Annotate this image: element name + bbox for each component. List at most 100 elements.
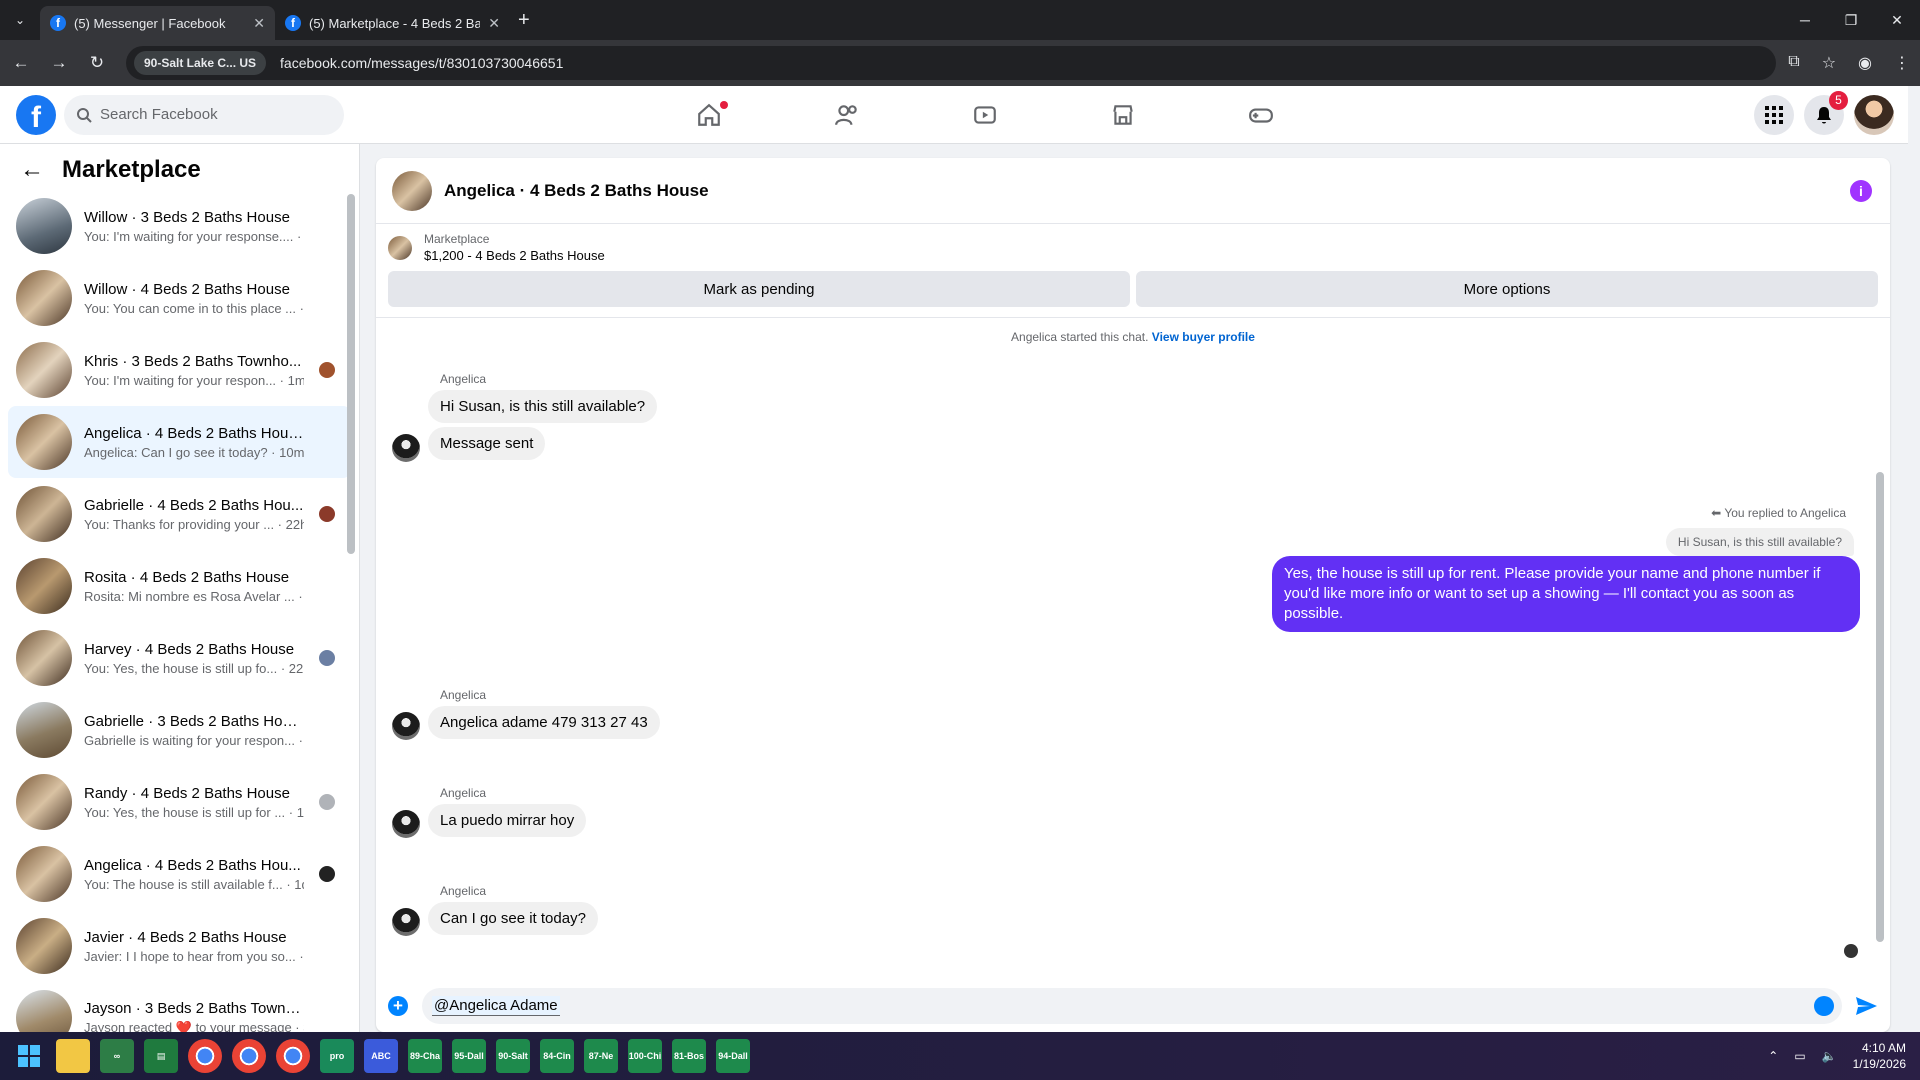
listing-thumbnail[interactable] (392, 170, 432, 211)
view-buyer-profile-link[interactable]: View buyer profile (1152, 330, 1255, 344)
profile-icon[interactable]: ◉ (1858, 53, 1872, 73)
nav-gaming[interactable] (1192, 87, 1330, 143)
conversation-preview: Angelica: Can I go see it today? · 10m (84, 444, 304, 460)
conversation-name: Harvey · 4 Beds 2 Baths House (84, 640, 295, 658)
tab-marketplace[interactable]: f (5) Marketplace - 4 Beds 2 Bath ✕ (275, 6, 510, 40)
conversation-item[interactable]: Willow · 4 Beds 2 Baths House You: You ca… (8, 262, 351, 334)
nav-friends[interactable] (778, 87, 916, 143)
minimize-icon[interactable]: ─ (1782, 0, 1828, 40)
nav-home[interactable] (640, 87, 778, 143)
install-app-icon[interactable]: ⧉ (1788, 53, 1799, 73)
quoted-message[interactable]: Hi Susan, is this still available? (1665, 528, 1854, 556)
close-window-icon[interactable]: ✕ (1874, 0, 1920, 40)
clock[interactable]: 4:10 AM 1/19/2026 (1853, 1040, 1906, 1072)
conversation-item[interactable]: Gabrielle · 3 Beds 2 Baths House Gabriell… (8, 694, 351, 766)
nav-marketplace[interactable] (1054, 87, 1192, 143)
bookmark-star-icon[interactable]: ☆ (1822, 53, 1836, 73)
incoming-message[interactable]: La puedo mirrar hoy (428, 804, 587, 837)
conversation-item[interactable]: Randy · 4 Beds 2 Baths House You: Yes, th… (8, 766, 351, 838)
sender-avatar[interactable] (392, 434, 420, 462)
file-explorer-icon[interactable] (56, 1039, 90, 1073)
replied-text: You replied to Angelica (1724, 506, 1846, 520)
chrome-icon[interactable] (232, 1039, 266, 1073)
volume-icon[interactable]: 🔈 (1822, 1049, 1837, 1063)
app-icon[interactable]: ABC (364, 1039, 398, 1073)
listing-summary[interactable]: Marketplace $1,200 - 4 Beds 2 Baths Hous… (376, 224, 1890, 263)
restore-icon[interactable]: ❐ (1828, 0, 1874, 40)
tab-messenger[interactable]: f (5) Messenger | Facebook ✕ (40, 6, 275, 40)
home-icon (698, 103, 720, 126)
taskbar-app[interactable]: 84-Cin (540, 1039, 574, 1073)
marketplace-icon (1113, 104, 1133, 125)
close-tab-icon[interactable]: ✕ (488, 15, 500, 32)
sender-avatar[interactable] (392, 810, 420, 838)
mark-pending-button[interactable]: Mark as pending (388, 271, 1130, 307)
listing-thumbnail (16, 198, 72, 254)
divider (376, 317, 1890, 318)
taskbar-app[interactable]: 100-Chi (628, 1039, 662, 1073)
taskbar-app[interactable]: 95-Dall (452, 1039, 486, 1073)
new-tab-icon[interactable]: + (518, 9, 530, 32)
conversation-preview: You: You can come in to this place ... ·… (84, 300, 304, 316)
tab-search-icon[interactable]: ⌄ (0, 0, 40, 40)
chrome-icon[interactable] (188, 1039, 222, 1073)
incoming-message[interactable]: Angelica adame 479 313 27 43 (428, 706, 660, 739)
notifications-button[interactable]: 5 (1804, 90, 1848, 135)
chrome-icon[interactable] (276, 1039, 310, 1073)
browser-menu-icon[interactable]: ⋮ (1894, 53, 1910, 73)
site-info-chip[interactable]: 90-Salt Lake C... US (134, 51, 267, 75)
add-attachment-icon[interactable]: + (388, 996, 408, 1016)
network-icon[interactable]: ▭ (1794, 1049, 1805, 1063)
windows-start-icon[interactable] (12, 1039, 46, 1073)
listing-thumbnail (16, 342, 72, 398)
sender-avatar[interactable] (392, 908, 420, 936)
taskbar-app[interactable]: 94-Dall (716, 1039, 750, 1073)
taskbar-app[interactable]: 81-Bos (672, 1039, 706, 1073)
app-icon[interactable]: ∞ (100, 1039, 134, 1073)
tray-chevron-icon[interactable]: ⌃ (1768, 1049, 1778, 1063)
conversation-item[interactable]: Angelica · 4 Beds 2 Baths Hou... You: The… (8, 838, 351, 910)
conversation-item[interactable]: Gabrielle · 4 Beds 2 Baths Hou... You: Th… (8, 478, 351, 550)
conversation-text: Angelica · 4 Beds 2 Baths House Angelica:… (84, 425, 304, 460)
spreadsheet-icon[interactable]: ▤ (144, 1039, 178, 1073)
incoming-message[interactable]: Can I go see it today? (428, 902, 598, 935)
chat-title[interactable]: Angelica · 4 Beds 2 Baths House (444, 181, 709, 201)
conversation-item[interactable]: Rosita · 4 Beds 2 Baths House Rosita: Mi … (8, 550, 351, 622)
incoming-message[interactable]: Hi Susan, is this still available? (428, 390, 658, 423)
conversation-item[interactable]: Angelica · 4 Beds 2 Baths House Angelica:… (8, 406, 351, 478)
conversation-item[interactable]: Jayson · 3 Beds 2 Baths Townho... Jayson … (8, 982, 351, 1032)
sidebar-scrollbar[interactable] (347, 194, 355, 554)
chat-scrollbar[interactable] (1876, 472, 1884, 942)
facebook-logo-icon[interactable]: f (16, 94, 56, 135)
forward-icon[interactable]: → (42, 53, 76, 73)
bell-icon (1817, 106, 1831, 123)
outgoing-message[interactable]: Yes, the house is still up for rent. Ple… (1272, 556, 1860, 632)
conversation-item[interactable]: Harvey · 4 Beds 2 Baths House You: Yes, t… (8, 622, 351, 694)
url-input[interactable]: 90-Salt Lake C... US facebook.com/messag… (126, 46, 1776, 80)
info-icon[interactable]: i (1850, 179, 1872, 202)
taskbar-app[interactable]: 89-Cha (408, 1039, 442, 1073)
account-avatar[interactable] (1854, 94, 1894, 135)
search-input[interactable]: Search Facebook (64, 94, 344, 135)
conversation-preview: Javier: I I hope to hear from you so... … (84, 948, 304, 964)
menu-grid-button[interactable] (1754, 94, 1794, 135)
taskbar-app[interactable]: 87-Ne (584, 1039, 618, 1073)
listing-thumbnail (16, 774, 72, 830)
close-tab-icon[interactable]: ✕ (253, 15, 265, 32)
incoming-message[interactable]: Message sent (428, 427, 546, 460)
send-icon[interactable] (1854, 994, 1878, 1018)
conversation-item[interactable]: Khris · 3 Beds 2 Baths Townho... You: I'm… (8, 334, 351, 406)
sender-avatar[interactable] (392, 712, 420, 740)
more-options-button[interactable]: More options (1136, 271, 1878, 307)
conversation-item[interactable]: Javier · 4 Beds 2 Baths House Javier: I I… (8, 910, 351, 982)
back-arrow-icon[interactable]: ← (20, 156, 44, 184)
back-icon[interactable]: ← (4, 53, 38, 73)
reload-icon[interactable]: ↻ (80, 53, 114, 73)
tab-title: (5) Messenger | Facebook (74, 15, 226, 31)
message-input[interactable]: @Angelica Adame (422, 988, 1842, 1024)
taskbar-app[interactable]: 90-Salt (496, 1039, 530, 1073)
app-icon[interactable]: pro (320, 1039, 354, 1073)
conversation-item[interactable]: Willow · 3 Beds 2 Baths House You: I'm wa… (8, 190, 351, 262)
nav-video[interactable] (916, 87, 1054, 143)
emoji-icon[interactable] (1814, 996, 1834, 1016)
